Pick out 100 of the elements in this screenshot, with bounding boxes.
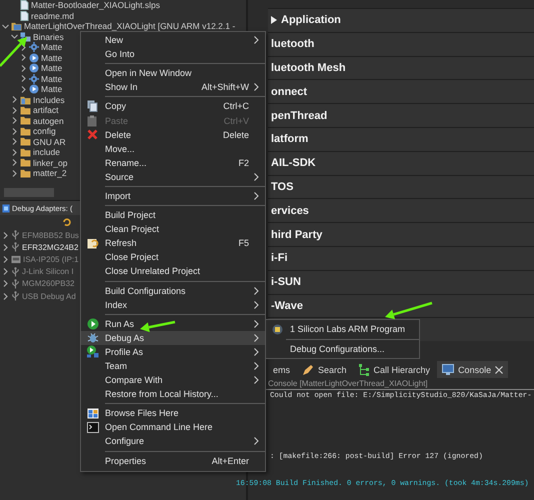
project-icon <box>11 21 22 32</box>
menu-item[interactable]: Run As <box>81 316 265 331</box>
chevron-right-icon[interactable] <box>20 64 27 72</box>
category-row[interactable]: luetooth <box>268 32 534 56</box>
category-row[interactable]: luetooth Mesh <box>268 56 534 80</box>
menu-item[interactable]: Restore from Local History... <box>81 387 265 402</box>
pencil-icon <box>302 364 314 376</box>
tree-item[interactable]: Matte <box>41 74 62 84</box>
menu-item[interactable]: Refresh F5 <box>81 236 265 250</box>
category-row[interactable]: TOS <box>268 174 534 198</box>
chevron-down-icon[interactable] <box>11 33 18 40</box>
adapter-item[interactable]: J-Link Silicon I <box>22 267 74 276</box>
clipboard-icon <box>87 114 98 127</box>
category-row[interactable]: -Wave <box>268 294 534 318</box>
menu-item[interactable]: Close Project <box>81 250 265 264</box>
menu-item[interactable]: Source <box>81 170 265 184</box>
menu-item[interactable]: Close Unrelated Project <box>81 264 265 278</box>
menu-item[interactable]: Delete Delete <box>81 128 265 142</box>
category-row[interactable]: AIL-SDK <box>268 150 534 175</box>
menu-item[interactable]: Profile As <box>81 344 265 359</box>
tree-item[interactable]: Binaries <box>33 32 64 42</box>
tree-item[interactable]: linker_op <box>33 158 68 168</box>
category-row[interactable]: i-Fi <box>268 246 534 270</box>
chevron-right-icon[interactable] <box>11 128 18 135</box>
tree-item[interactable]: MatterLightOverThread_XIAOLight [GNU ARM v12.2.1 - <box>24 21 236 32</box>
chevron-right-icon[interactable] <box>11 148 18 156</box>
panel-tab[interactable]: Console <box>437 361 508 378</box>
menu-item[interactable]: Build Project <box>81 208 265 222</box>
tree-item[interactable]: Matte <box>41 52 62 63</box>
adapter-item[interactable]: USB Debug Ad <box>22 292 76 301</box>
adapter-item[interactable]: EFM8BB52 Bus <box>22 230 79 240</box>
menu-item[interactable]: Team <box>81 358 265 374</box>
chevron-right-icon[interactable] <box>20 75 27 82</box>
tree-item[interactable]: matter_2 <box>33 168 67 178</box>
menu-item[interactable]: Show In Alt+Shift+W <box>81 80 265 94</box>
chevron-right-icon <box>254 172 259 181</box>
category-label: Application <box>281 14 341 26</box>
menu-item[interactable]: Go Into <box>81 47 265 62</box>
menu-item[interactable]: Index <box>81 298 265 312</box>
menu-item[interactable]: Clean Project <box>81 222 265 236</box>
tree-item[interactable]: GNU AR <box>33 136 66 147</box>
pointer-arrow <box>385 302 432 320</box>
play-icon <box>29 84 39 94</box>
scrollbar-drawing[interactable] <box>4 188 54 196</box>
menu-item[interactable]: Debug Configurations... <box>266 342 419 356</box>
chevron-right-icon[interactable] <box>11 96 18 104</box>
folder-icon <box>20 148 31 157</box>
chevron-right-icon[interactable] <box>20 86 27 93</box>
menu-item[interactable]: Move... <box>81 142 265 156</box>
chevron-right-icon[interactable] <box>11 138 18 146</box>
menu-item[interactable]: Rename... F2 <box>81 156 265 170</box>
chevron-right-icon[interactable] <box>11 117 18 124</box>
menu-item[interactable]: Open in New Window <box>81 66 265 80</box>
category-row[interactable]: ervices <box>268 198 534 222</box>
close-icon[interactable] <box>495 366 504 374</box>
category-row[interactable]: Application <box>268 8 534 32</box>
tree-item[interactable]: config <box>33 126 56 136</box>
panel-tab[interactable]: Search <box>297 361 352 378</box>
tree-item[interactable]: artifact <box>33 105 59 116</box>
usb-icon <box>11 278 20 289</box>
category-row[interactable]: i-SUN <box>268 270 534 294</box>
chip-icon <box>272 324 283 335</box>
menu-item[interactable]: Debug As <box>81 330 265 345</box>
panel-tab[interactable]: Call Hierarchy <box>354 361 436 378</box>
chevron-down-icon[interactable] <box>2 22 9 30</box>
menu-item[interactable]: Properties Alt+Enter <box>81 454 265 468</box>
category-row[interactable]: latform <box>268 126 534 151</box>
tree-item[interactable]: Includes <box>33 94 65 105</box>
menu-item[interactable]: Copy Ctrl+C <box>81 99 265 114</box>
tree-item[interactable]: autogen <box>33 116 64 126</box>
menu-item[interactable]: Configure <box>81 434 265 449</box>
adapter-item[interactable]: EFR32MG24B2 <box>22 242 78 252</box>
tree-item[interactable]: include <box>33 147 60 158</box>
chevron-right-icon <box>254 83 259 92</box>
chevron-right-icon[interactable] <box>11 106 18 114</box>
tree-item[interactable]: readme.md <box>31 10 74 21</box>
tree-item[interactable]: Matter-Bootloader_XIAOLight.slps <box>31 0 160 10</box>
menu-item[interactable]: Browse Files Here <box>81 406 265 420</box>
menu-item[interactable]: Import <box>81 188 265 204</box>
category-row[interactable]: hird Party <box>268 222 534 246</box>
chevron-right-icon[interactable] <box>11 159 18 166</box>
tree-item[interactable]: Matte <box>41 63 62 74</box>
caret-right-icon[interactable] <box>271 16 277 24</box>
tree-item[interactable]: Matte <box>41 84 62 94</box>
category-row[interactable]: penThread <box>268 103 534 127</box>
menu-item[interactable]: Open Command Line Here <box>81 420 265 434</box>
adapter-item[interactable]: MGM260PB32 <box>22 279 74 288</box>
usb-icon <box>11 242 20 252</box>
chevron-right-icon[interactable] <box>11 170 18 177</box>
profile-icon <box>86 345 99 358</box>
adapter-item[interactable]: ISA-IP205 (IP:1 <box>23 254 79 264</box>
category-row[interactable]: onnect <box>268 79 534 104</box>
menu-item[interactable]: New <box>81 33 265 48</box>
tree-item[interactable]: Matte <box>41 42 62 52</box>
menu-item[interactable]: 1 Silicon Labs ARM Program <box>266 322 419 336</box>
panel-tab[interactable]: ems <box>268 361 296 378</box>
menu-item[interactable]: Build Configurations <box>81 284 265 298</box>
refresh-icon[interactable] <box>62 217 72 227</box>
usb-icon <box>11 291 20 302</box>
chevron-right-icon[interactable] <box>20 54 27 62</box>
